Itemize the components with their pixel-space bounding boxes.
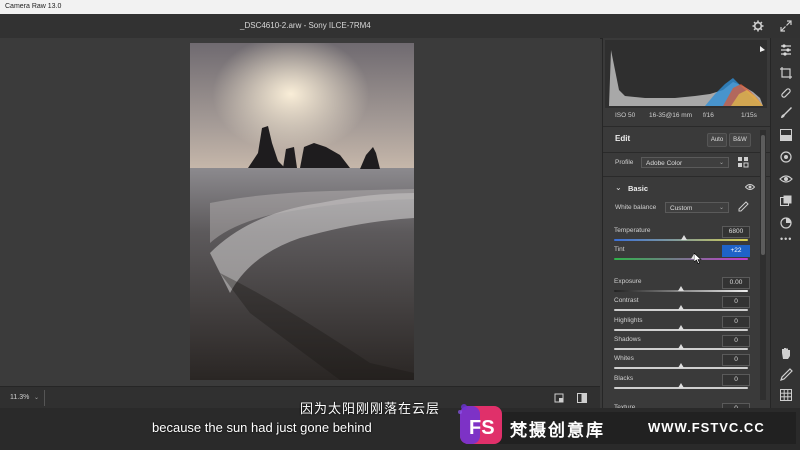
presets-icon[interactable]	[779, 216, 793, 230]
slider-thumb[interactable]	[678, 305, 684, 310]
hand-icon[interactable]	[779, 346, 793, 360]
divider	[603, 176, 771, 177]
slider-thumb[interactable]	[678, 325, 684, 330]
top-toolbar: _DSC4610-2.arw - Sony ILCE-7RM4	[0, 14, 800, 39]
divider	[44, 390, 45, 406]
watermark-logo-text: FS	[469, 417, 495, 439]
auto-button[interactable]: Auto	[707, 133, 727, 147]
slider-value-field[interactable]: 0	[722, 296, 750, 308]
chevron-down-icon: ⌄	[718, 160, 724, 166]
radial-filter-icon[interactable]	[779, 150, 793, 164]
camera-info: ISO 50 16-35@16 mm f/16 1/15s	[603, 110, 771, 124]
red-eye-icon[interactable]	[779, 172, 793, 186]
slider-thumb[interactable]	[678, 344, 684, 349]
edit-title: Edit	[615, 134, 631, 143]
iso-value: ISO 50	[615, 112, 636, 119]
slider-label: Exposure	[614, 278, 642, 285]
slider-value-field[interactable]: 0	[722, 335, 750, 347]
more-icon[interactable]: •••	[780, 234, 792, 244]
adjustment-brush-icon[interactable]	[779, 106, 793, 120]
slider-label: Blacks	[614, 375, 634, 382]
aperture-value: f/16	[703, 112, 714, 119]
slider-track[interactable]	[614, 258, 748, 260]
crop-icon[interactable]	[779, 66, 793, 80]
subtitle-chinese: 因为太阳刚刚落在云层	[300, 401, 441, 416]
gear-icon[interactable]	[752, 20, 764, 32]
zoom-level[interactable]: 11.3%	[10, 387, 29, 409]
color-sampler-icon[interactable]	[779, 368, 793, 382]
window-title: Camera Raw 13.0	[5, 3, 62, 10]
slider-label: Shadows	[614, 336, 641, 343]
shutter-value: 1/15s	[741, 112, 757, 119]
snapshots-icon[interactable]	[779, 194, 793, 208]
photo-preview[interactable]	[190, 43, 414, 380]
profile-select[interactable]: Adobe Color ⌄	[641, 157, 729, 168]
eyedropper-icon[interactable]	[737, 201, 749, 213]
watermark-chinese: 梵摄创意库	[510, 421, 605, 440]
edit-panel: ISO 50 16-35@16 mm f/16 1/15s Edit Auto …	[602, 38, 771, 408]
bw-button[interactable]: B&W	[729, 133, 751, 147]
mouse-cursor-icon	[694, 253, 702, 264]
slider-thumb[interactable]	[678, 286, 684, 291]
zoom-chevron-icon[interactable]: ⌄	[34, 394, 39, 401]
window-titlebar: Camera Raw 13.0	[0, 0, 800, 14]
histogram	[605, 40, 767, 108]
slider-value-field[interactable]: 6800	[722, 226, 750, 238]
watermark-url: WWW.FSTVC.CC	[648, 420, 765, 435]
profile-browser-icon[interactable]	[737, 156, 749, 168]
white-balance-label: White balance	[615, 204, 657, 211]
graduated-filter-icon[interactable]	[779, 128, 793, 142]
basic-section-title[interactable]: Basic	[628, 184, 648, 193]
slider-value-field[interactable]: +22	[722, 245, 750, 257]
chevron-down-icon[interactable]: ⌄	[615, 183, 622, 192]
slider-thumb[interactable]	[678, 383, 684, 388]
slider-thumb[interactable]	[680, 235, 687, 240]
divider	[603, 126, 771, 127]
lens-value: 16-35@16 mm	[649, 112, 693, 119]
subtitle-english: because the sun had just gone behind	[152, 420, 372, 435]
slider-label: Contrast	[614, 297, 639, 304]
slider-label: Whites	[614, 355, 634, 362]
edit-header: Edit Auto B&W	[603, 129, 771, 151]
panel-scrollbar-thumb[interactable]	[761, 135, 765, 255]
slider-thumb[interactable]	[678, 363, 684, 368]
white-balance-select[interactable]: Custom ⌄	[665, 202, 729, 213]
slider-value-field[interactable]: 0.00	[722, 277, 750, 289]
slider-label: Highlights	[614, 317, 643, 324]
edit-sliders-icon[interactable]	[779, 43, 793, 57]
slider-value-field[interactable]: 0	[722, 374, 750, 386]
fullscreen-icon[interactable]	[779, 19, 793, 33]
chevron-down-icon: ⌄	[718, 205, 724, 211]
divider	[603, 152, 771, 153]
grid-icon[interactable]	[779, 388, 793, 402]
healing-brush-icon[interactable]	[779, 86, 793, 100]
slider-label: Temperature	[614, 227, 651, 234]
file-title: _DSC4610-2.arw - Sony ILCE-7RM4	[240, 21, 371, 30]
profile-value: Adobe Color	[646, 160, 683, 167]
white-balance-value: Custom	[670, 205, 693, 212]
slider-label: Tint	[614, 246, 625, 253]
eye-icon[interactable]	[745, 183, 755, 191]
tool-strip: •••	[770, 38, 800, 408]
slider-value-field[interactable]: 0	[722, 354, 750, 366]
profile-label: Profile	[615, 159, 634, 166]
slider-value-field[interactable]: 0	[722, 316, 750, 328]
